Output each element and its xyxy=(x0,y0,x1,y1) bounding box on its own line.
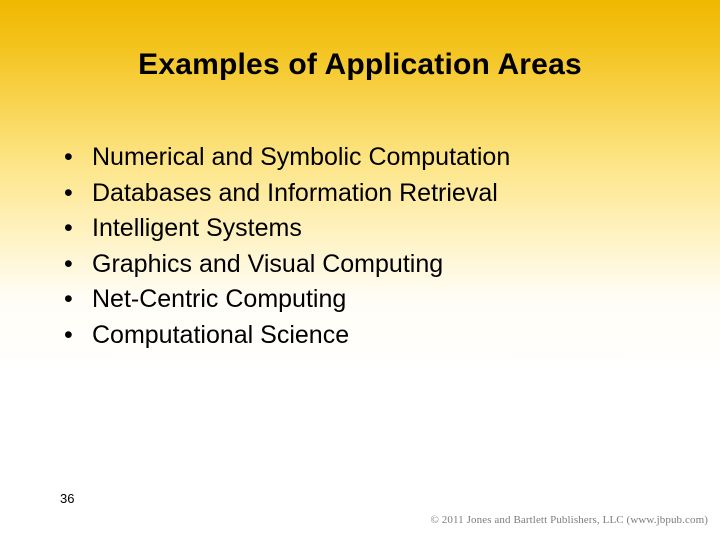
slide-container: Examples of Application Areas Numerical … xyxy=(0,0,720,540)
copyright-text: © 2011 Jones and Bartlett Publishers, LL… xyxy=(430,514,708,526)
bullet-list: Numerical and Symbolic Computation Datab… xyxy=(64,140,720,353)
slide-title: Examples of Application Areas xyxy=(40,48,680,82)
list-item: Intelligent Systems xyxy=(64,211,720,247)
list-item: Computational Science xyxy=(64,318,720,354)
list-item: Databases and Information Retrieval xyxy=(64,176,720,212)
list-item: Net-Centric Computing xyxy=(64,282,720,318)
list-item: Numerical and Symbolic Computation xyxy=(64,140,720,176)
page-number: 36 xyxy=(60,491,74,506)
list-item: Graphics and Visual Computing xyxy=(64,247,720,283)
